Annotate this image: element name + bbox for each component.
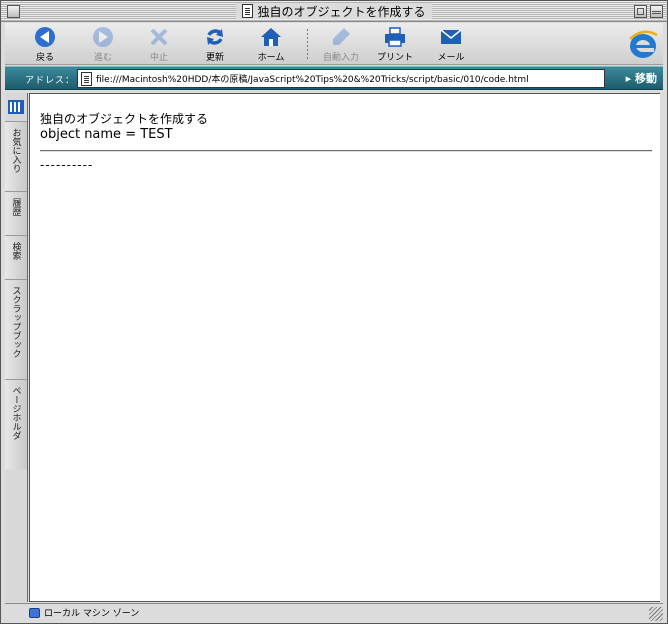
stop-x-icon (148, 26, 170, 48)
autofill-button[interactable]: 自動入力 (313, 25, 369, 63)
tab-favorites[interactable]: お気に入り (5, 121, 27, 191)
tab-scrapbook[interactable]: スクラップブック (5, 279, 27, 379)
title-bar[interactable]: 独自のオブジェクトを作成する (1, 1, 667, 22)
page-icon (81, 71, 92, 86)
horizontal-rule (40, 150, 652, 152)
tab-search[interactable]: 検索 (5, 235, 27, 279)
dash-line: ---------- (40, 158, 94, 172)
back-arrow-icon (34, 26, 56, 48)
document-icon (242, 4, 254, 18)
go-button[interactable]: ▸ 移動 (626, 70, 657, 86)
stop-button[interactable]: 中止 (131, 25, 187, 63)
security-zone-text: ローカル マシン ゾーン (44, 609, 140, 619)
local-zone-icon (29, 607, 40, 618)
refresh-button[interactable]: 更新 (187, 25, 243, 63)
address-field[interactable]: file:///Macintosh%20HDD/本の原稿/JavaScript%… (77, 69, 605, 88)
forward-arrow-icon (92, 26, 114, 48)
ie-logo-icon (627, 29, 659, 61)
resize-grip[interactable] (649, 607, 663, 621)
collapse-box[interactable] (650, 5, 663, 18)
status-bar: ローカル マシン ゾーン (5, 603, 663, 621)
zoom-box[interactable] (634, 5, 647, 18)
browser-window: 独自のオブジェクトを作成する 戻る 進む 中止 更新 ホーム 自動入力 プリント… (0, 0, 668, 624)
refresh-icon (204, 26, 226, 48)
tab-history[interactable]: 履歴 (5, 191, 27, 235)
home-icon (260, 26, 282, 48)
explorer-bar-tabs: お気に入り 履歴 検索 スクラップブック ページホルダ (5, 93, 28, 602)
address-url[interactable]: file:///Macintosh%20HDD/本の原稿/JavaScript%… (96, 72, 529, 85)
explorer-bar-toggle-icon[interactable] (7, 99, 25, 115)
window-title: 独自のオブジェクトを作成する (257, 4, 426, 19)
page-heading: 独自のオブジェクトを作成する (40, 112, 209, 126)
autofill-pen-icon (330, 26, 352, 48)
printer-icon (384, 26, 406, 48)
mail-icon (440, 26, 462, 48)
print-button[interactable]: プリント (367, 25, 423, 63)
back-button[interactable]: 戻る (17, 25, 73, 63)
output-text: object name = TEST (40, 127, 173, 142)
forward-button[interactable]: 進む (75, 25, 131, 63)
mail-button[interactable]: メール (423, 25, 479, 63)
address-label: アドレス： (25, 76, 76, 86)
right-edge (660, 93, 663, 602)
toolbar: 戻る 進む 中止 更新 ホーム 自動入力 プリント メール (5, 23, 663, 65)
tab-page-holder[interactable]: ページホルダ (5, 379, 27, 469)
toolbar-separator (307, 29, 308, 59)
page-content: 独自のオブジェクトを作成する object name = TEST ------… (29, 93, 661, 602)
address-bar: アドレス： file:///Macintosh%20HDD/本の原稿/JavaS… (5, 66, 663, 90)
home-button[interactable]: ホーム (243, 25, 299, 63)
